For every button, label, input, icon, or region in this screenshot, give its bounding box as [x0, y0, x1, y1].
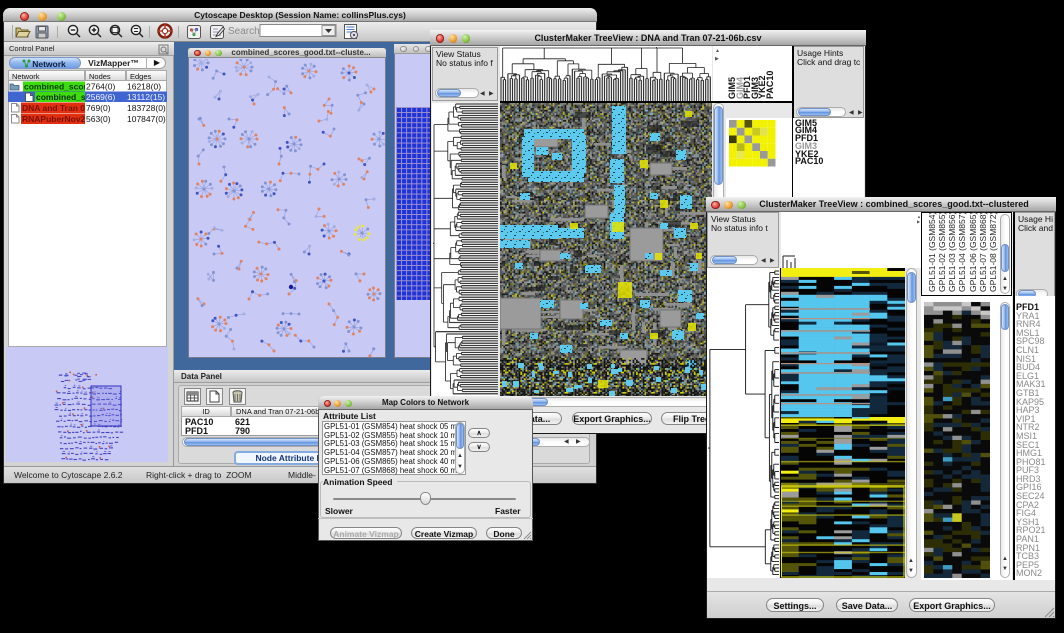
svg-text:183728(0): 183728(0) [127, 103, 166, 113]
svg-text:13112(15): 13112(15) [127, 92, 165, 102]
svg-text:Search:: Search: [228, 26, 262, 37]
svg-text:DNA and Tran 07-: DNA and Tran 07- [22, 103, 93, 113]
svg-text:16218(0): 16218(0) [127, 82, 161, 92]
svg-text:107847(0): 107847(0) [127, 114, 166, 124]
svg-text:2764(0): 2764(0) [86, 82, 115, 92]
svg-text:RNAPuberNov2+: RNAPuberNov2+ [22, 114, 90, 124]
svg-text:563(0): 563(0) [86, 114, 111, 124]
svg-text:769(0): 769(0) [86, 103, 111, 113]
svg-text:2569(6): 2569(6) [86, 92, 115, 102]
